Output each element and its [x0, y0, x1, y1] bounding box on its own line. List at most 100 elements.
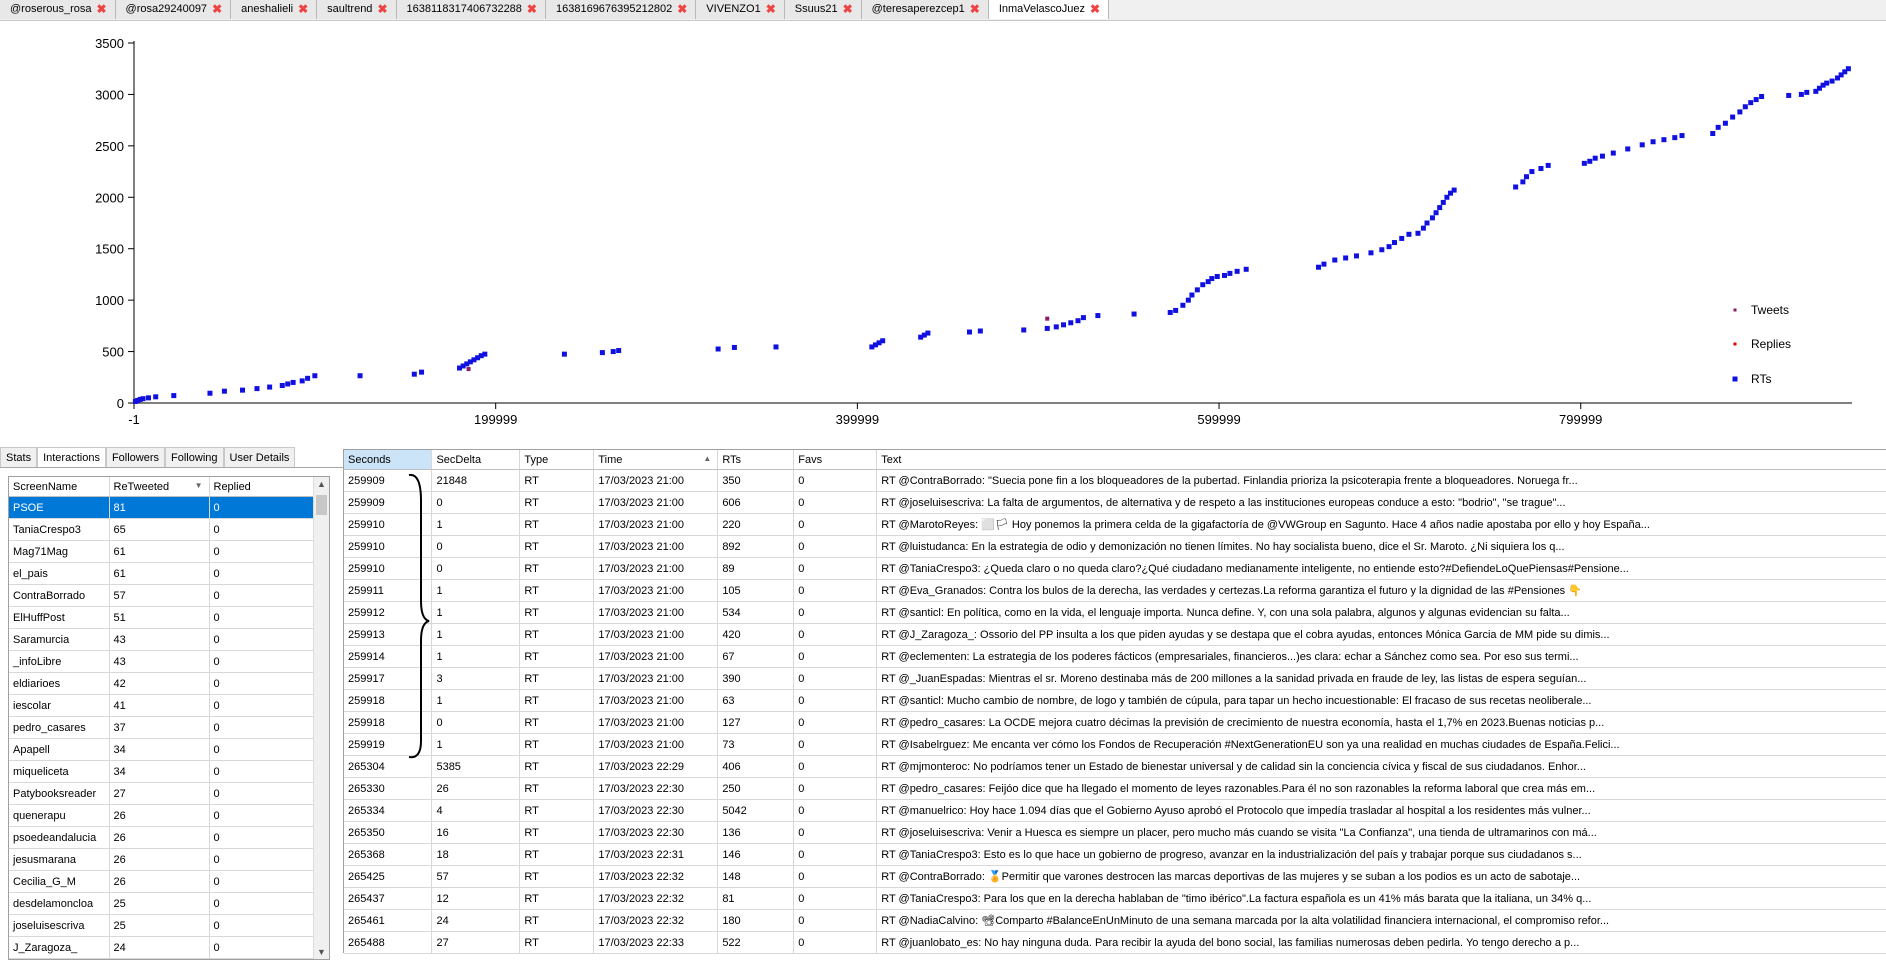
table-row[interactable]: ElHuffPost 51 0 [9, 606, 315, 629]
column-header-text[interactable]: Text [876, 450, 1886, 470]
column-header-screenname[interactable]: ScreenName [9, 477, 110, 497]
column-header-replied[interactable]: Replied [209, 477, 315, 497]
table-row[interactable]: Apapell 34 0 [9, 738, 315, 761]
tab-interactions[interactable]: Interactions [37, 447, 106, 467]
rts-cell: 89 [717, 557, 795, 580]
column-header-type[interactable]: Type [519, 450, 595, 470]
table-row[interactable]: _infoLibre 43 0 [9, 650, 315, 673]
document-tab[interactable]: aneshalieli ✖ [231, 0, 318, 19]
table-row[interactable]: TaniaCrespo3 65 0 [9, 518, 315, 541]
table-row[interactable]: jesusmarana 26 0 [9, 848, 315, 871]
table-row[interactable]: miqueliceta 34 0 [9, 760, 315, 783]
table-row[interactable]: 265330 26 RT 17/03/2023 22:30 250 0 RT @pedro_… [344, 777, 1886, 800]
data-point-rts [1650, 139, 1656, 145]
data-point-rts [1044, 325, 1050, 331]
document-tab[interactable]: Ssuus21 ✖ [784, 0, 862, 19]
table-row[interactable]: 259910 0 RT 17/03/2023 21:00 89 0 RT @TaniaCre… [344, 557, 1886, 580]
close-icon[interactable]: ✖ [212, 0, 222, 19]
table-row[interactable]: desdelamoncloa 25 0 [9, 892, 315, 915]
data-point-rts [1742, 104, 1748, 110]
data-point-rts [1321, 261, 1327, 267]
data-point-rts [140, 396, 146, 402]
close-icon[interactable]: ✖ [96, 0, 106, 19]
table-row[interactable]: Mag71Mag 61 0 [9, 540, 315, 563]
table-row[interactable]: 259917 3 RT 17/03/2023 21:00 390 0 RT @_JuanEs… [344, 667, 1886, 690]
document-tab[interactable]: @rosa29240097 ✖ [115, 0, 232, 19]
table-row[interactable]: eldiarioes 42 0 [9, 672, 315, 695]
table-row[interactable]: 259910 1 RT 17/03/2023 21:00 220 0 RT @MarotoR… [344, 513, 1886, 536]
column-header-secdelta[interactable]: SecDelta [431, 450, 521, 470]
column-header-retweeted[interactable]: ReTweeted ▼ [109, 477, 210, 497]
table-row[interactable]: Cecilia_G_M 26 0 [9, 870, 315, 893]
table-row[interactable]: Saramurcia 43 0 [9, 628, 315, 651]
column-header-rts[interactable]: RTs [717, 450, 795, 470]
tab-stats[interactable]: Stats [0, 447, 38, 467]
table-row[interactable]: 259909 21848 RT 17/03/2023 21:00 350 0 RT @Con… [344, 469, 1886, 492]
data-point-rts [1075, 318, 1081, 324]
table-row[interactable]: 265461 24 RT 17/03/2023 22:32 180 0 RT @NadiaC… [344, 909, 1886, 932]
table-row[interactable]: PSOE 81 0 [9, 496, 315, 519]
table-row[interactable]: el_pais 61 0 [9, 562, 315, 585]
table-row[interactable]: ContraBorrado 57 0 [9, 584, 315, 607]
table-row[interactable]: joseluisescriva 25 0 [9, 914, 315, 937]
table-row[interactable]: 265488 27 RT 17/03/2023 22:33 522 0 RT @juanlo… [344, 931, 1886, 954]
table-row[interactable]: psoedeandalucia 26 0 [9, 826, 315, 849]
table-row[interactable]: 265437 12 RT 17/03/2023 22:32 81 0 RT @TaniaCr… [344, 887, 1886, 910]
document-tab[interactable]: 1638169676395212802 ✖ [545, 0, 697, 19]
legend-marker-tweets [1733, 308, 1737, 312]
document-tab[interactable]: saultrend ✖ [317, 0, 397, 19]
document-tab[interactable]: 1638118317406732288 ✖ [396, 0, 546, 19]
close-icon[interactable]: ✖ [527, 0, 537, 19]
document-tab[interactable]: @teresaperezcep1 ✖ [861, 0, 989, 19]
type-cell: RT [519, 843, 595, 866]
column-header-favs[interactable]: Favs [793, 450, 878, 470]
replied-cell: 0 [209, 496, 315, 519]
table-row[interactable]: iescolar 41 0 [9, 694, 315, 717]
table-row[interactable]: 265368 18 RT 17/03/2023 22:31 146 0 RT @TaniaC… [344, 843, 1886, 866]
data-point-rts [1753, 97, 1759, 103]
table-row[interactable]: Patybooksreader 27 0 [9, 782, 315, 805]
data-point-rts [254, 386, 260, 392]
tab-label: VIVENZO1 [706, 3, 761, 15]
tab-user-details[interactable]: User Details [223, 447, 296, 467]
table-row[interactable]: 259911 1 RT 17/03/2023 21:00 105 0 RT @Eva_Gra… [344, 579, 1886, 602]
document-tab[interactable]: @roserous_rosa ✖ [0, 0, 116, 19]
table-row[interactable]: quenerapu 26 0 [9, 804, 315, 827]
scroll-down-icon[interactable]: ▼ [314, 947, 329, 957]
table-row[interactable]: 259912 1 RT 17/03/2023 21:00 534 0 RT @santicl… [344, 601, 1886, 624]
close-icon[interactable]: ✖ [298, 0, 308, 19]
close-icon[interactable]: ✖ [766, 0, 776, 19]
table-row[interactable]: 259918 0 RT 17/03/2023 21:00 127 0 RT @pedro_c… [344, 711, 1886, 734]
close-icon[interactable]: ✖ [970, 0, 980, 19]
close-icon[interactable]: ✖ [843, 0, 853, 19]
document-tab[interactable]: VIVENZO1 ✖ [696, 0, 785, 19]
data-point-rts [1824, 80, 1830, 86]
table-row[interactable]: J_Zaragoza_ 24 0 [9, 936, 315, 959]
table-row[interactable]: 259913 1 RT 17/03/2023 21:00 420 0 RT @J_Zarag… [344, 623, 1886, 646]
table-row[interactable]: 259914 1 RT 17/03/2023 21:00 67 0 RT @eclement… [344, 645, 1886, 668]
table-row[interactable]: 265334 4 RT 17/03/2023 22:30 5042 0 RT @manuel… [344, 799, 1886, 822]
close-icon[interactable]: ✖ [677, 0, 687, 19]
tab-following[interactable]: Following [165, 447, 224, 467]
table-row[interactable]: pedro_casares 37 0 [9, 716, 315, 739]
column-header-seconds[interactable]: Seconds [344, 450, 433, 470]
table-row[interactable]: 265350 16 RT 17/03/2023 22:30 136 0 RT @joselu… [344, 821, 1886, 844]
table-row[interactable]: 265304 5385 RT 17/03/2023 22:29 406 0 RT @mjmo… [344, 755, 1886, 778]
table-row[interactable]: 259910 0 RT 17/03/2023 21:00 892 0 RT @luistud… [344, 535, 1886, 558]
y-tick-label: 3500 [95, 36, 124, 51]
table-row[interactable]: 259918 1 RT 17/03/2023 21:00 63 0 RT @santicl:… [344, 689, 1886, 712]
column-header-time[interactable]: Time ▲ [593, 450, 719, 470]
table-row[interactable]: 259919 1 RT 17/03/2023 21:00 73 0 RT @Isabelrg… [344, 733, 1886, 756]
text-cell: RT @joseluisescriva: Venir a Huesca es s… [876, 821, 1886, 844]
document-tab[interactable]: InmaVelascoJuez ✖ [988, 0, 1110, 19]
table-row[interactable]: 259909 0 RT 17/03/2023 21:00 606 0 RT @joselui… [344, 491, 1886, 514]
left-grid-scrollbar[interactable]: ▲ ▼ [313, 477, 329, 959]
retweeted-cell: 26 [109, 848, 210, 871]
tab-followers[interactable]: Followers [105, 447, 166, 467]
close-icon[interactable]: ✖ [377, 0, 387, 19]
table-row[interactable]: 265425 57 RT 17/03/2023 22:32 148 0 RT @Contra… [344, 865, 1886, 888]
scroll-up-icon[interactable]: ▲ [314, 479, 329, 489]
scroll-thumb[interactable] [316, 495, 327, 515]
text-cell: RT @luistudanca: En la estrategia de odi… [876, 535, 1886, 558]
close-icon[interactable]: ✖ [1090, 0, 1100, 19]
